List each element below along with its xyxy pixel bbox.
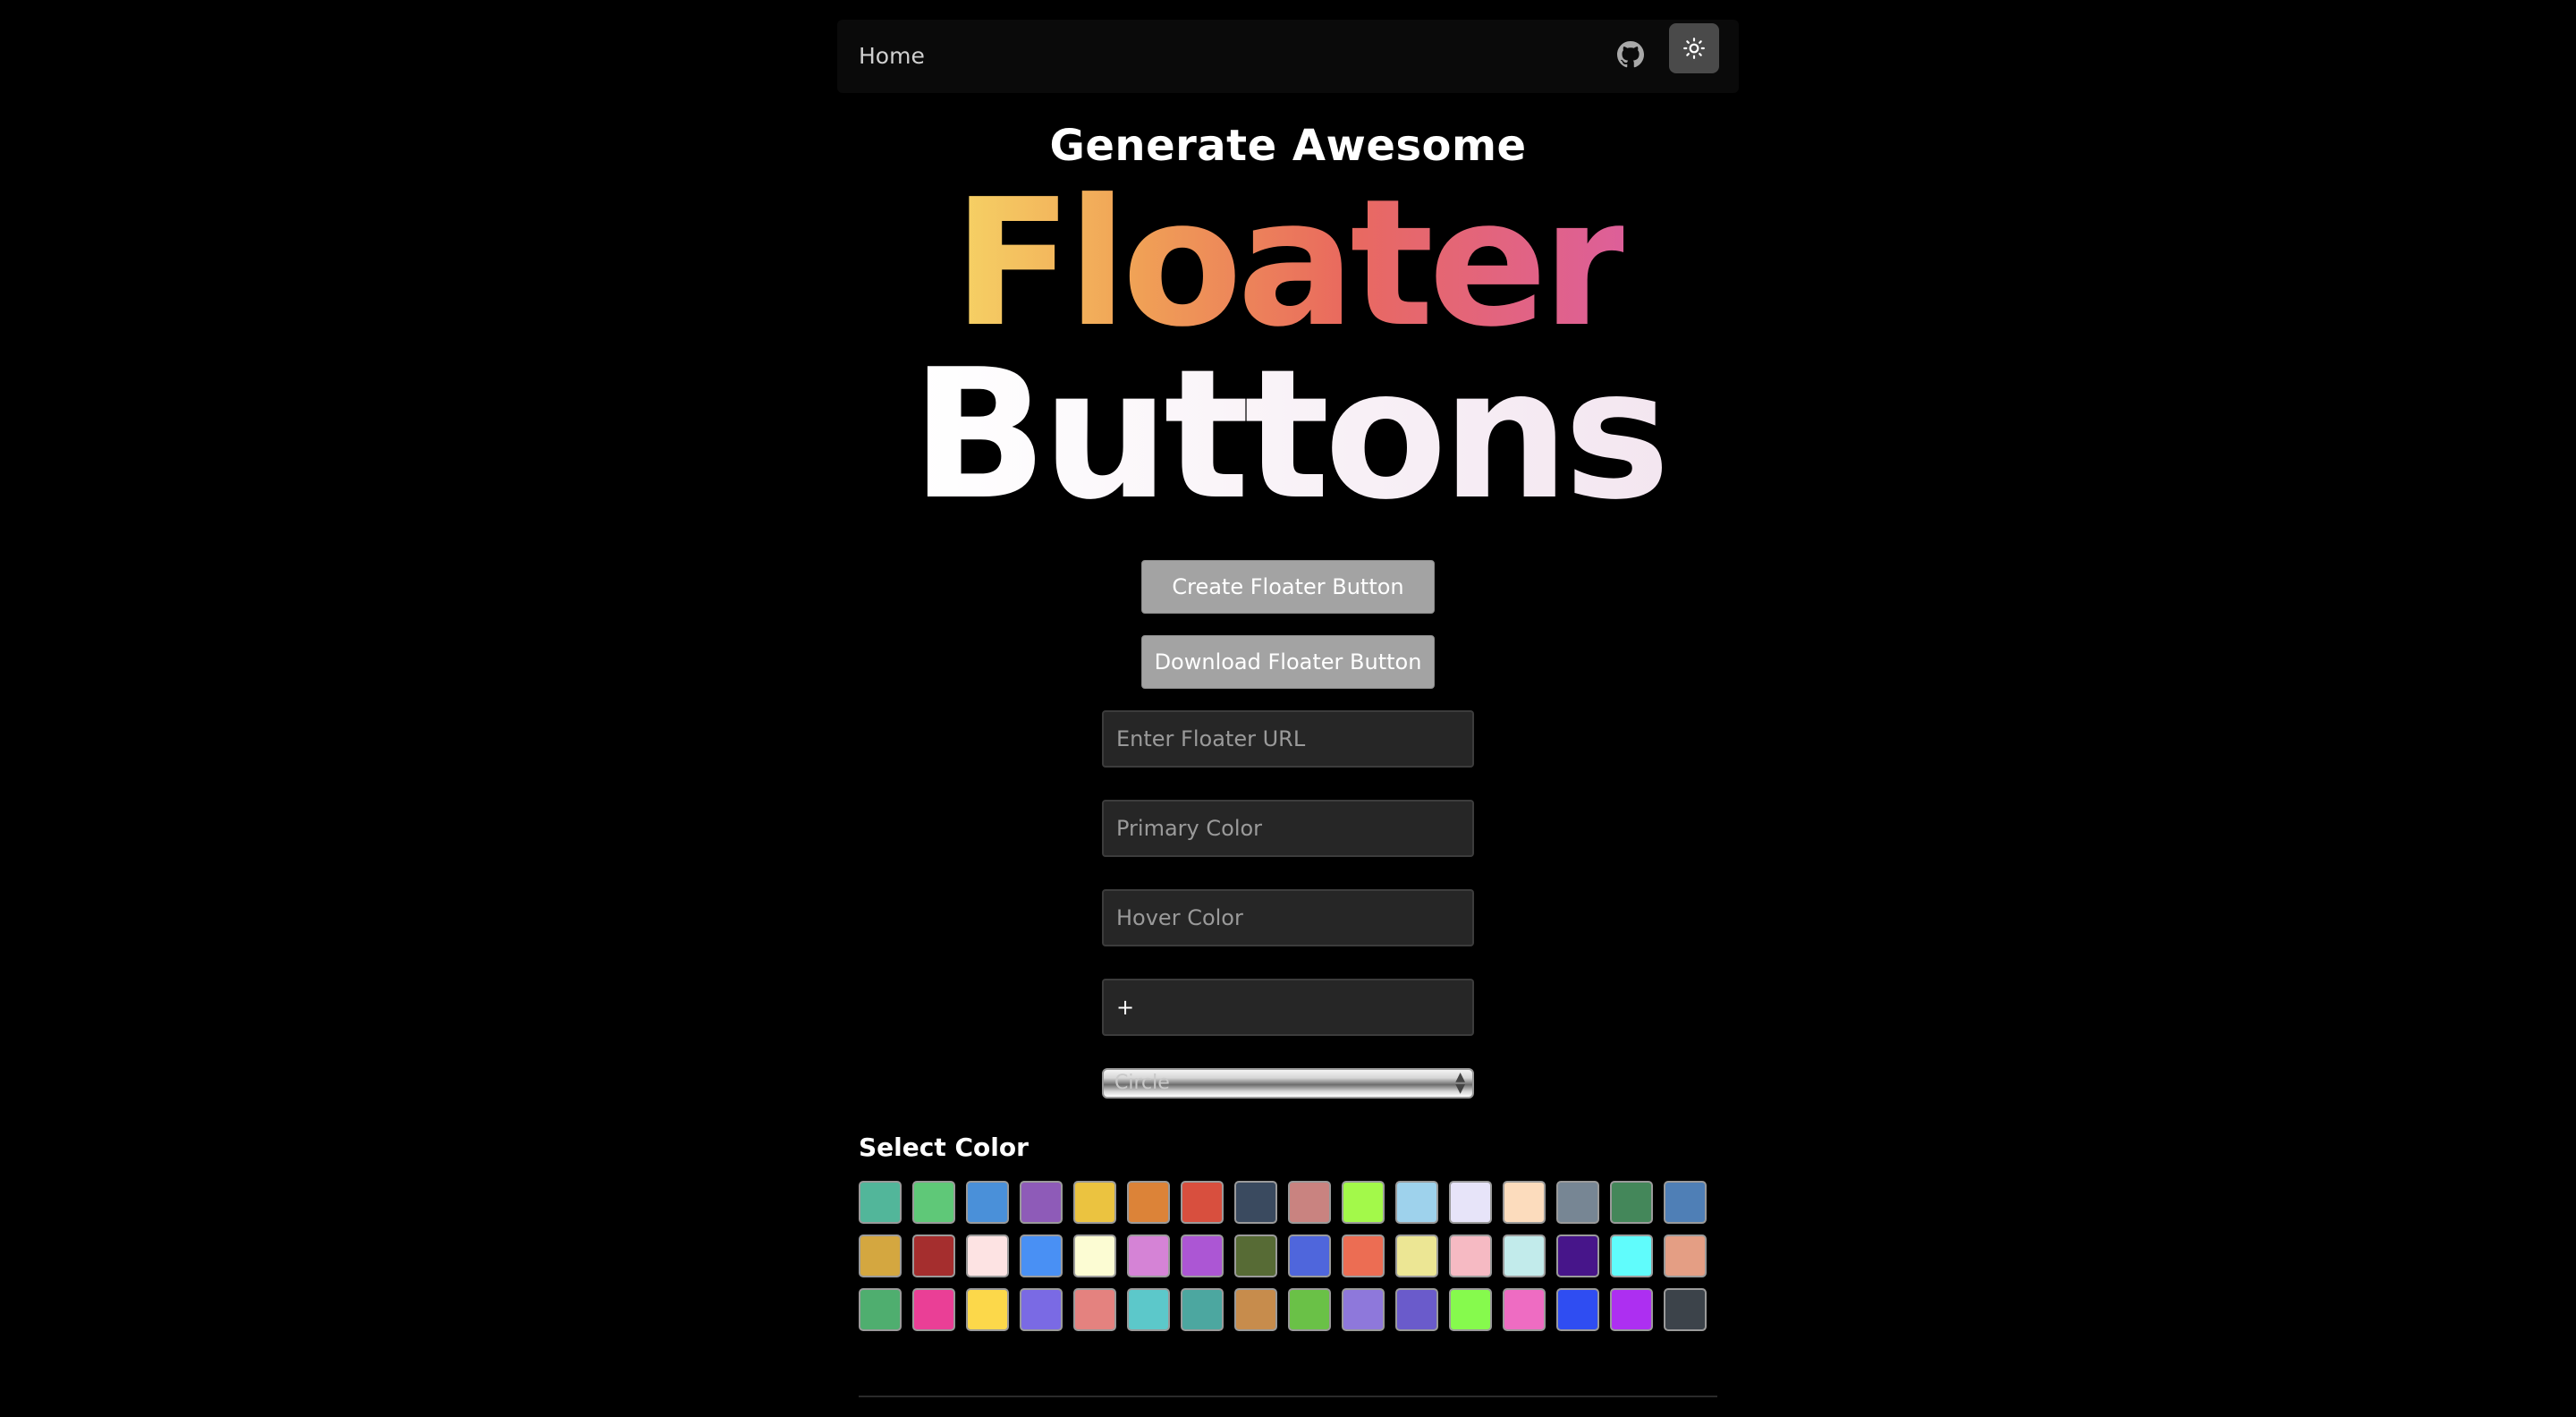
color-swatch[interactable] [1073,1181,1116,1224]
color-swatch[interactable] [1556,1181,1599,1224]
shape-select[interactable]: Circle ▲ ▼ [1102,1068,1474,1099]
theme-toggle-button[interactable] [1669,23,1719,73]
shape-select-value: Circle [1114,1072,1170,1094]
color-swatch[interactable] [1556,1235,1599,1277]
github-icon[interactable] [1617,41,1648,72]
color-swatch[interactable] [912,1235,955,1277]
color-swatch[interactable] [1127,1288,1170,1331]
color-swatch[interactable] [1181,1235,1224,1277]
color-swatch[interactable] [1664,1235,1707,1277]
floater-url-input[interactable] [1102,710,1474,768]
color-swatch[interactable] [1288,1235,1331,1277]
color-swatch[interactable] [1449,1181,1492,1224]
select-color-title: Select Color [859,1133,1029,1162]
color-swatch[interactable] [912,1288,955,1331]
color-swatch[interactable] [859,1288,902,1331]
color-swatch[interactable] [1181,1288,1224,1331]
create-floater-button[interactable]: Create Floater Button [1141,560,1435,614]
color-swatch[interactable] [1234,1235,1277,1277]
color-swatch[interactable] [1288,1181,1331,1224]
color-swatch[interactable] [966,1235,1009,1277]
color-swatch[interactable] [1073,1288,1116,1331]
color-swatch[interactable] [1073,1235,1116,1277]
color-swatch[interactable] [1503,1235,1546,1277]
color-swatch[interactable] [1234,1288,1277,1331]
color-swatch[interactable] [859,1235,902,1277]
nav-home-link[interactable]: Home [859,20,925,93]
color-swatch[interactable] [1449,1288,1492,1331]
hover-color-input[interactable] [1102,889,1474,946]
color-swatch[interactable] [1342,1181,1385,1224]
color-swatch[interactable] [1020,1235,1063,1277]
color-swatch[interactable] [859,1181,902,1224]
color-swatch[interactable] [1395,1288,1438,1331]
color-swatch[interactable] [1395,1235,1438,1277]
hero-title-buttons-text: Buttons [911,331,1671,539]
color-swatch[interactable] [1664,1181,1707,1224]
color-swatch[interactable] [1556,1288,1599,1331]
sun-icon [1683,38,1705,59]
color-swatch-grid [859,1181,1707,1331]
hero-title-floater: Floater [0,170,2576,358]
color-swatch[interactable] [1181,1181,1224,1224]
color-swatch[interactable] [1288,1288,1331,1331]
color-swatch[interactable] [1342,1235,1385,1277]
color-swatch[interactable] [966,1288,1009,1331]
color-swatch[interactable] [1395,1181,1438,1224]
color-swatch[interactable] [1127,1181,1170,1224]
color-swatch[interactable] [1610,1181,1653,1224]
color-swatch[interactable] [1342,1288,1385,1331]
download-floater-button[interactable]: Download Floater Button [1141,635,1435,689]
color-swatch[interactable] [1127,1235,1170,1277]
color-swatch[interactable] [1503,1181,1546,1224]
color-swatch[interactable] [1610,1235,1653,1277]
color-swatch[interactable] [1020,1288,1063,1331]
color-swatch[interactable] [966,1181,1009,1224]
color-swatch[interactable] [1610,1288,1653,1331]
select-arrows-icon: ▲ ▼ [1455,1070,1465,1096]
color-swatch[interactable] [1234,1181,1277,1224]
color-swatch[interactable] [1020,1181,1063,1224]
color-swatch[interactable] [1503,1288,1546,1331]
color-swatch[interactable] [1664,1288,1707,1331]
divider [859,1396,1717,1397]
icon-input[interactable] [1102,979,1474,1036]
navbar: Home [837,20,1739,93]
primary-color-input[interactable] [1102,800,1474,857]
color-swatch[interactable] [912,1181,955,1224]
hero-title-buttons: Buttons [0,342,2576,530]
color-swatch[interactable] [1449,1235,1492,1277]
